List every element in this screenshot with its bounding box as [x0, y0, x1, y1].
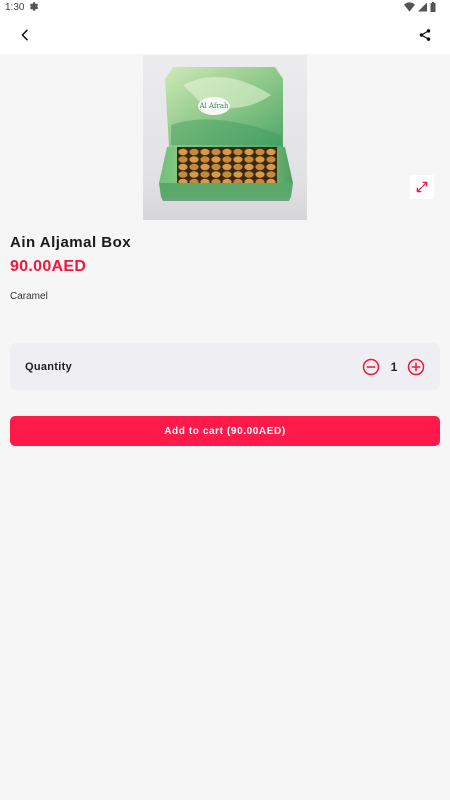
product-image-area: Al Afrah — [0, 54, 450, 220]
product-description: Caramel — [10, 291, 48, 302]
product-image[interactable]: Al Afrah — [143, 55, 307, 220]
add-to-cart-button[interactable]: Add to cart (90.00AED) — [10, 416, 440, 446]
battery-icon — [430, 2, 436, 12]
plus-circle-icon — [407, 358, 425, 376]
increase-quantity-button[interactable] — [407, 358, 425, 376]
quantity-value: 1 — [390, 360, 398, 374]
expand-image-button[interactable] — [410, 175, 434, 199]
share-button[interactable] — [413, 23, 437, 47]
signal-icon — [418, 2, 427, 12]
back-arrow-icon — [21, 29, 28, 41]
status-icons — [404, 2, 436, 12]
quantity-card: Quantity 1 — [10, 343, 440, 390]
status-time: 1:30 — [5, 2, 25, 13]
settings-icon — [29, 2, 39, 11]
product-image-picture: Al Afrah — [143, 55, 307, 220]
wifi-icon — [404, 2, 415, 12]
decrease-quantity-button[interactable] — [362, 358, 380, 376]
back-button[interactable] — [13, 23, 37, 47]
product-price: 90.00AED — [10, 258, 87, 275]
app-bar — [0, 14, 450, 54]
minus-circle-icon — [362, 358, 380, 376]
status-bar: 1:30 — [0, 0, 450, 14]
expand-icon — [416, 181, 428, 193]
product-name: Ain Aljamal Box — [10, 234, 132, 251]
share-icon — [419, 29, 431, 41]
brand-logo-text: Al Afrah — [198, 102, 229, 110]
quantity-label: Quantity — [25, 361, 73, 373]
